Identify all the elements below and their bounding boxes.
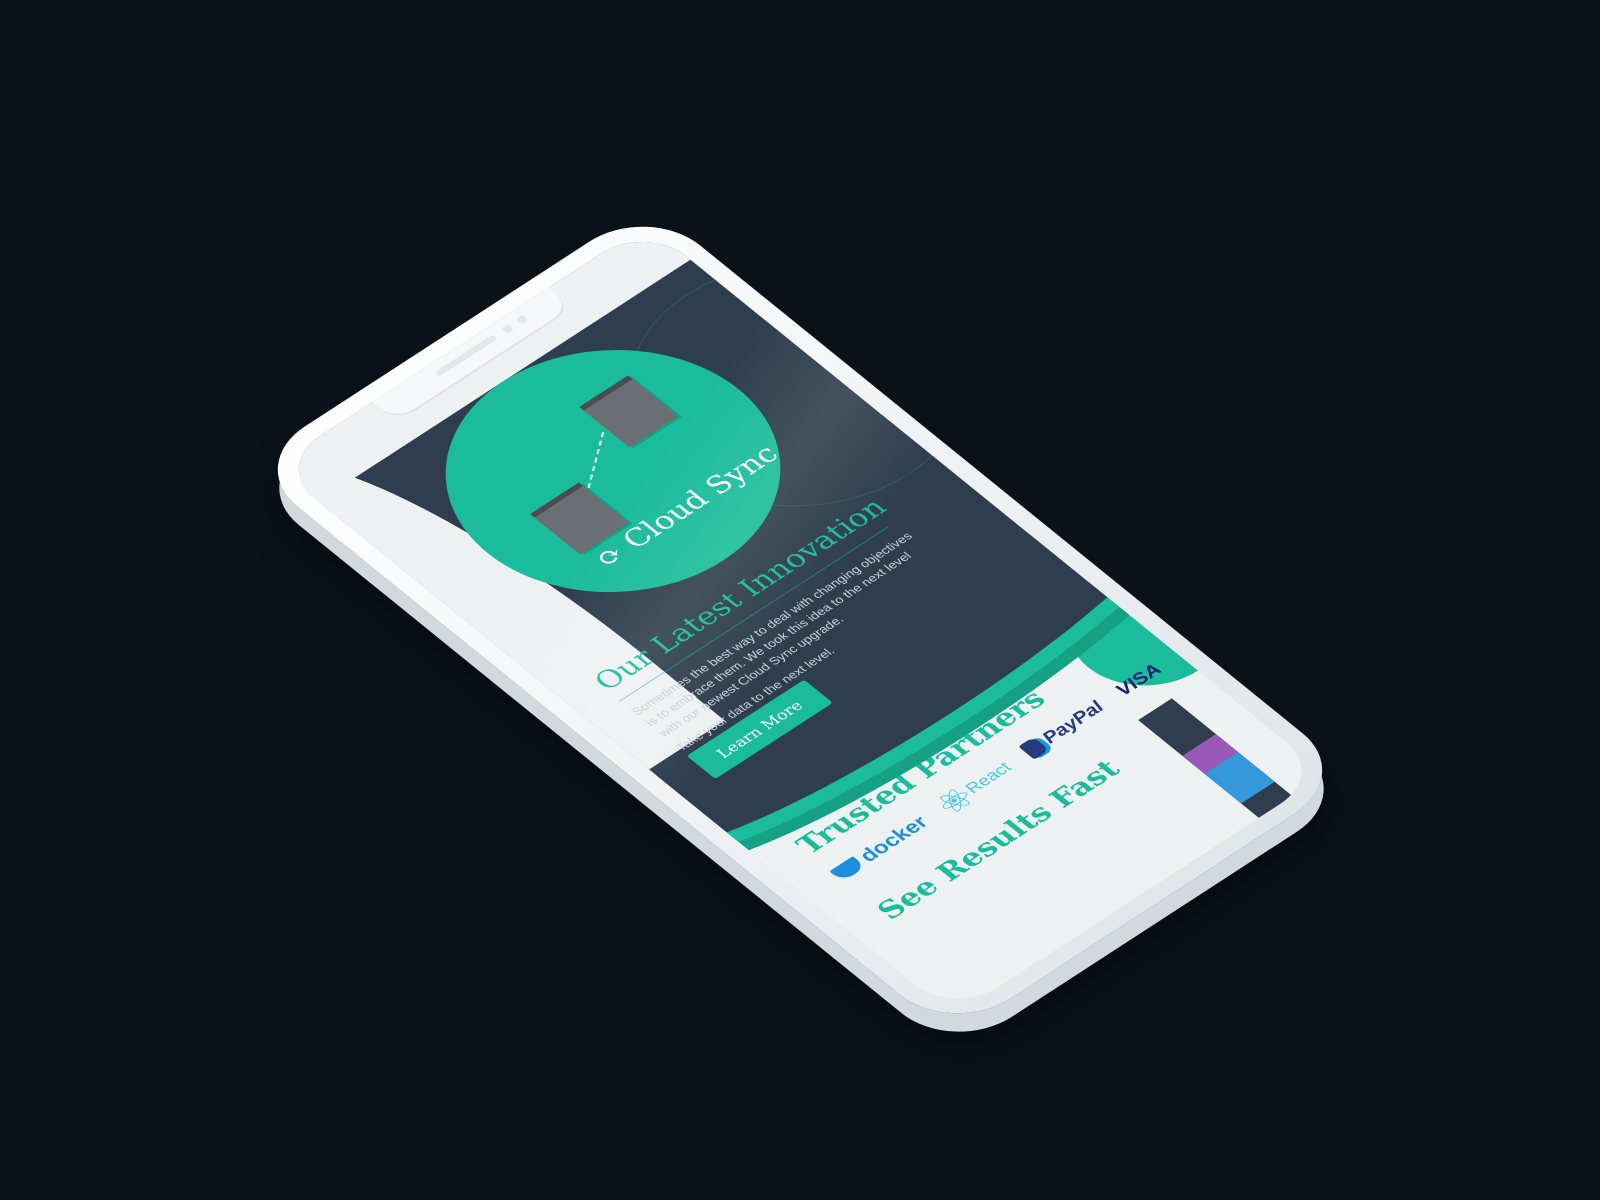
results-graphic [1138, 698, 1305, 828]
phone-frame: ⟳ Cloud Sync Our Latest Innovation Somet… [245, 203, 1355, 1037]
sync-connection-line [587, 432, 605, 489]
camera-icon [500, 323, 515, 334]
docker-whale-icon [829, 856, 867, 883]
react-wordmark: React [960, 758, 1016, 797]
cloud-sync-label: Cloud Sync [615, 439, 786, 555]
device-icon [579, 375, 678, 448]
mockup-stage: ⟳ Cloud Sync Our Latest Innovation Somet… [0, 0, 1600, 1200]
phone-screen: ⟳ Cloud Sync Our Latest Innovation Somet… [274, 223, 1326, 1017]
sync-icon: ⟳ [587, 539, 632, 572]
sensor-icon [514, 314, 529, 325]
